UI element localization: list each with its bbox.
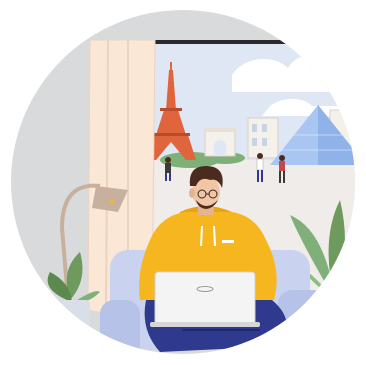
laptop (150, 271, 260, 327)
hoodie-badge (222, 240, 234, 243)
window-frame (140, 40, 355, 44)
illustration-frame (0, 0, 366, 365)
laptop-base (150, 322, 260, 327)
laptop-lid (154, 271, 256, 325)
scene-clipped-group (11, 10, 355, 354)
scene-svg (11, 10, 355, 354)
ear (189, 188, 195, 198)
arc-de-triomphe (203, 128, 237, 157)
